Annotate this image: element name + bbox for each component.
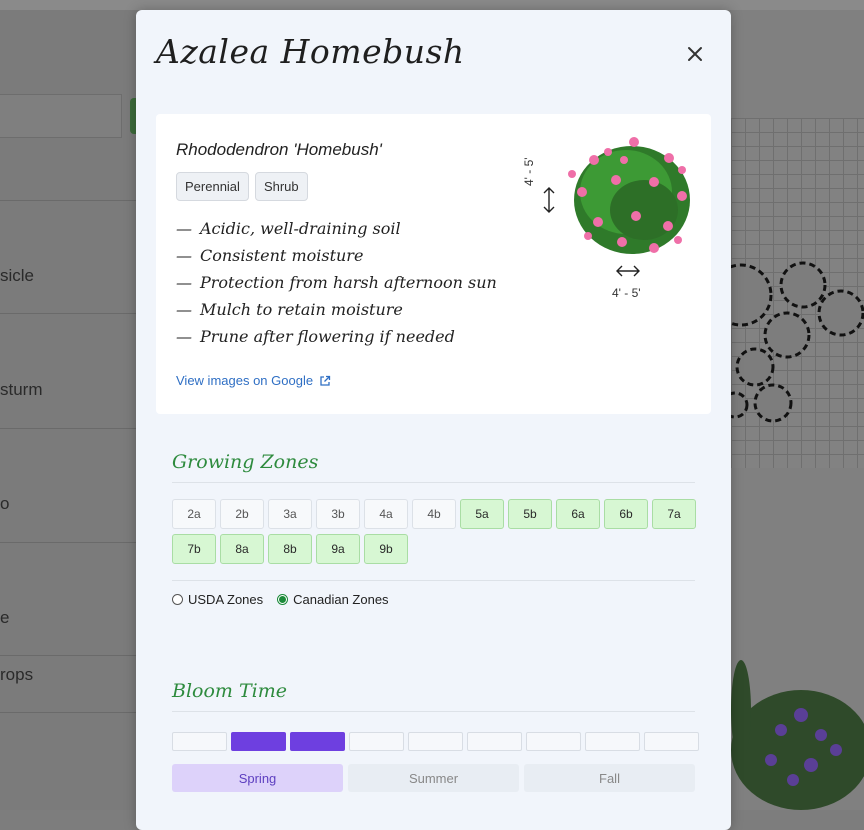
zone-2a-button[interactable]: 2a — [172, 499, 216, 529]
zone-8a-button[interactable]: 8a — [220, 534, 264, 564]
zone-4a-button[interactable]: 4a — [364, 499, 408, 529]
season-tab-fall[interactable]: Fall — [524, 764, 695, 792]
plant-detail-modal: Azalea Homebush Rhododendron 'Homebush' … — [136, 10, 731, 830]
background-search-input — [0, 94, 122, 138]
bloom-segment — [231, 732, 286, 751]
google-images-link[interactable]: View images on Google — [176, 373, 331, 388]
zone-6b-button[interactable]: 6b — [604, 499, 648, 529]
zone-8b-button[interactable]: 8b — [268, 534, 312, 564]
divider — [172, 482, 695, 483]
zone-9a-button[interactable]: 9a — [316, 534, 360, 564]
zone-2b-button[interactable]: 2b — [220, 499, 264, 529]
bloom-segment — [408, 732, 463, 751]
background-top-bar — [0, 0, 864, 10]
divider — [172, 711, 695, 712]
list-item: — Acidic, well-draining soil — [176, 219, 401, 238]
background-list-item: o — [0, 494, 10, 513]
bloom-segment — [172, 732, 227, 751]
background-sidebar: sicle sturm o e rops — [0, 10, 140, 810]
list-item: — Protection from harsh afternoon sun — [176, 273, 497, 292]
zone-3b-button[interactable]: 3b — [316, 499, 360, 529]
background-list-item: e — [0, 608, 10, 627]
height-arrow-icon — [543, 187, 555, 213]
season-tab-spring[interactable]: Spring — [172, 764, 343, 792]
usda-zones-radio[interactable]: USDA Zones — [172, 592, 263, 607]
zone-7a-button[interactable]: 7a — [652, 499, 696, 529]
close-button[interactable] — [681, 40, 709, 68]
season-tab-summer[interactable]: Summer — [348, 764, 519, 792]
care-list: — Acidic, well-draining soil — Consistent … — [176, 215, 497, 350]
bloom-segment — [585, 732, 640, 751]
list-item: — Prune after flowering if needed — [176, 327, 455, 346]
plant-tags: Perennial Shrub — [176, 172, 308, 201]
canadian-zones-radio[interactable]: Canadian Zones — [277, 592, 389, 607]
zone-5a-button[interactable]: 5a — [460, 499, 504, 529]
modal-title: Azalea Homebush — [156, 32, 465, 71]
lavender-shrub-icon — [731, 660, 864, 810]
bloom-segment — [467, 732, 522, 751]
azalea-plant-image — [568, 137, 690, 254]
bloom-time-title: Bloom Time — [172, 680, 287, 702]
tag-badge: Shrub — [254, 172, 308, 201]
bloom-segment — [526, 732, 581, 751]
external-link-icon — [320, 375, 331, 386]
list-item: — Mulch to retain moisture — [176, 300, 403, 319]
zone-9b-button[interactable]: 9b — [364, 534, 408, 564]
bloom-segment — [644, 732, 699, 751]
zone-4b-button[interactable]: 4b — [412, 499, 456, 529]
width-label: 4' - 5' — [612, 286, 641, 300]
height-label: 4' - 5' — [522, 157, 536, 186]
bloom-segment — [349, 732, 404, 751]
background-list-item: rops — [0, 665, 34, 684]
zone-system-options: USDA Zones Canadian Zones — [172, 592, 389, 607]
zone-5b-button[interactable]: 5b — [508, 499, 552, 529]
background-list-item: sturm — [0, 380, 43, 399]
close-icon — [688, 47, 702, 61]
background-list-item: sicle — [0, 266, 35, 285]
flower-cluster-icon — [731, 261, 864, 423]
list-item: — Consistent moisture — [176, 246, 364, 265]
growing-zones-title: Growing Zones — [172, 451, 319, 473]
zone-3a-button[interactable]: 3a — [268, 499, 312, 529]
scientific-name: Rhododendron 'Homebush' — [176, 140, 382, 159]
zone-6a-button[interactable]: 6a — [556, 499, 600, 529]
tag-badge: Perennial — [176, 172, 249, 201]
plant-info-card: Rhododendron 'Homebush' Perennial Shrub … — [156, 114, 711, 414]
divider — [172, 580, 695, 581]
width-arrow-icon — [616, 265, 640, 277]
zone-7b-button[interactable]: 7b — [172, 534, 216, 564]
bloom-segment — [290, 732, 345, 751]
